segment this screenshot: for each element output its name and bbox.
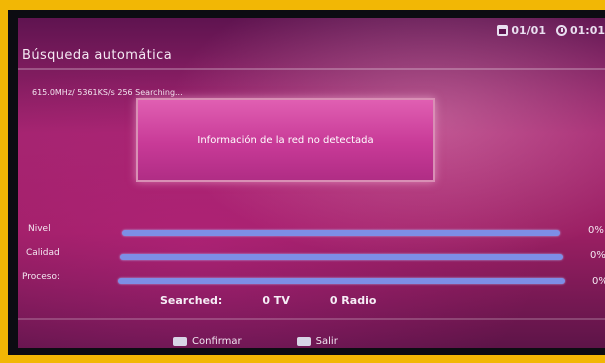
search-results: Searched: 0 TV 0 Radio bbox=[160, 294, 376, 307]
time-indicator: 01:01 bbox=[555, 24, 605, 37]
confirm-hint[interactable]: Confirmar bbox=[173, 336, 242, 347]
clock-icon bbox=[555, 25, 567, 36]
footer-hints: Confirmar Salir bbox=[173, 336, 338, 347]
meter-label-quality: Calidad bbox=[26, 248, 60, 258]
exit-key-icon bbox=[296, 337, 311, 346]
footer-divider bbox=[18, 318, 605, 320]
searched-label: Searched: bbox=[160, 294, 223, 307]
status-bar: 01/01 01:01 bbox=[497, 24, 605, 37]
level-value: 0% bbox=[588, 225, 604, 236]
exit-label: Salir bbox=[315, 336, 338, 347]
tv-screen: 01/01 01:01 Búsqueda automática 615.0MHz… bbox=[18, 18, 605, 348]
ok-key-icon bbox=[173, 337, 187, 346]
confirm-label: Confirmar bbox=[192, 336, 242, 347]
tv-count: 0 TV bbox=[262, 294, 290, 307]
meter-label-level: Nivel bbox=[28, 224, 51, 234]
date-indicator: 01/01 bbox=[497, 24, 546, 37]
level-bar bbox=[122, 230, 560, 236]
radio-count: 0 Radio bbox=[329, 294, 377, 307]
info-dialog[interactable]: Información de la red no detectada bbox=[136, 98, 435, 182]
process-bar bbox=[118, 278, 565, 284]
date-text: 01/01 bbox=[511, 24, 546, 37]
process-value: 0% bbox=[592, 276, 605, 287]
scan-info: 615.0MHz/ 5361KS/s 256 Searching... bbox=[32, 88, 183, 97]
title-divider bbox=[18, 68, 605, 70]
exit-hint[interactable]: Salir bbox=[296, 336, 338, 347]
calendar-icon bbox=[497, 25, 509, 36]
page-title: Búsqueda automática bbox=[22, 48, 173, 63]
time-text: 01:01 bbox=[569, 24, 605, 37]
meter-label-process: Proceso: bbox=[22, 272, 60, 282]
dialog-message: Información de la red no detectada bbox=[197, 134, 374, 146]
quality-value: 0% bbox=[590, 250, 605, 261]
quality-bar bbox=[120, 254, 563, 260]
